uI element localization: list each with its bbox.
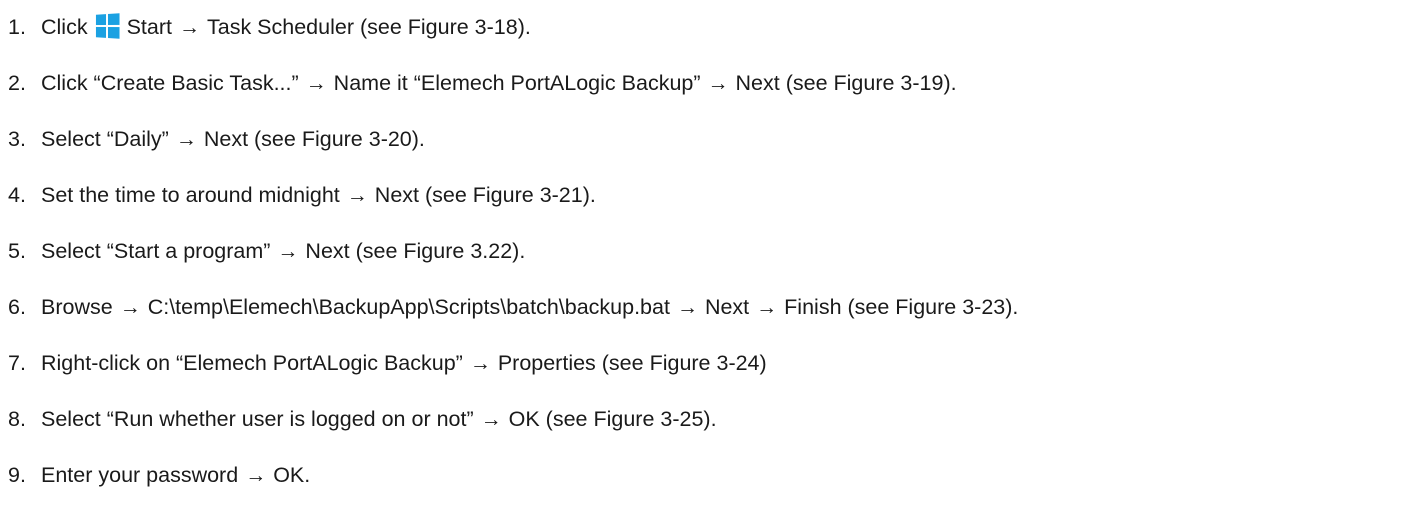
windows-start-icon bbox=[95, 13, 120, 39]
instruction-steps-list: 1. Click Start → Task Scheduler (see Fig… bbox=[8, 0, 1018, 504]
step-number: 5. bbox=[8, 239, 26, 264]
step-text: Browse bbox=[41, 295, 113, 320]
arrow-right-icon: → bbox=[119, 295, 141, 319]
step-number: 8. bbox=[8, 407, 26, 432]
step-text: Select “Run whether user is logged on or… bbox=[41, 407, 474, 432]
step-text: Next bbox=[704, 295, 750, 320]
arrow-right-icon: → bbox=[277, 239, 299, 263]
step-number: 2. bbox=[8, 71, 26, 96]
step-text: Finish (see Figure 3-23). bbox=[784, 295, 1019, 320]
step-1: 1. Click Start → Task Scheduler (see Fig… bbox=[8, 0, 1018, 56]
step-text: OK (see Figure 3-25). bbox=[508, 407, 717, 432]
step-4: 4. Set the time to around midnight → Nex… bbox=[8, 168, 1018, 224]
step-2: 2. Click “Create Basic Task...” → Name i… bbox=[8, 56, 1018, 112]
step-5: 5. Select “Start a program” → Next (see … bbox=[8, 224, 1018, 280]
arrow-right-icon: → bbox=[676, 295, 698, 319]
arrow-right-icon: → bbox=[707, 71, 729, 95]
file-path-text: C:\temp\Elemech\BackupApp\Scripts\batch\… bbox=[147, 295, 670, 320]
arrow-right-icon: → bbox=[179, 15, 200, 39]
arrow-right-icon: → bbox=[245, 463, 267, 487]
step-text: Next (see Figure 3-19). bbox=[735, 71, 957, 96]
step-text: Next (see Figure 3.22). bbox=[305, 239, 526, 264]
step-text: Name it “Elemech PortALogic Backup” bbox=[333, 71, 701, 96]
step-text: Click “Create Basic Task...” bbox=[41, 71, 299, 96]
step-text: Select “Start a program” bbox=[41, 239, 271, 264]
step-number: 1. bbox=[8, 15, 26, 40]
step-text: OK. bbox=[273, 463, 311, 488]
arrow-right-icon: → bbox=[469, 351, 491, 375]
step-number: 4. bbox=[8, 183, 26, 208]
step-text: Task Scheduler (see Figure 3-18). bbox=[207, 15, 531, 40]
step-number: 3. bbox=[8, 127, 26, 152]
step-text: Next (see Figure 3-20). bbox=[203, 127, 425, 152]
step-8: 8. Select “Run whether user is logged on… bbox=[8, 392, 1018, 448]
step-number: 7. bbox=[8, 351, 26, 376]
step-7: 7. Right-click on “Elemech PortALogic Ba… bbox=[8, 336, 1018, 392]
step-text: Right-click on “Elemech PortALogic Backu… bbox=[41, 351, 463, 376]
step-text: Start bbox=[126, 15, 172, 40]
arrow-right-icon: → bbox=[175, 127, 197, 151]
step-text: Select “Daily” bbox=[41, 127, 169, 152]
step-text: Next (see Figure 3-21). bbox=[374, 183, 596, 208]
step-text: Set the time to around midnight bbox=[41, 183, 340, 208]
arrow-right-icon: → bbox=[305, 71, 327, 95]
arrow-right-icon: → bbox=[756, 295, 778, 319]
arrow-right-icon: → bbox=[480, 407, 502, 431]
step-9: 9. Enter your password → OK. bbox=[8, 448, 1018, 504]
step-text: Click bbox=[41, 15, 88, 40]
arrow-right-icon: → bbox=[346, 183, 368, 207]
step-text: Properties (see Figure 3-24) bbox=[497, 351, 767, 376]
step-3: 3. Select “Daily” → Next (see Figure 3-2… bbox=[8, 112, 1018, 168]
step-6: 6. Browse → C:\temp\Elemech\BackupApp\Sc… bbox=[8, 280, 1018, 336]
step-number: 6. bbox=[8, 295, 26, 320]
step-number: 9. bbox=[8, 463, 26, 488]
step-text: Enter your password bbox=[41, 463, 239, 488]
